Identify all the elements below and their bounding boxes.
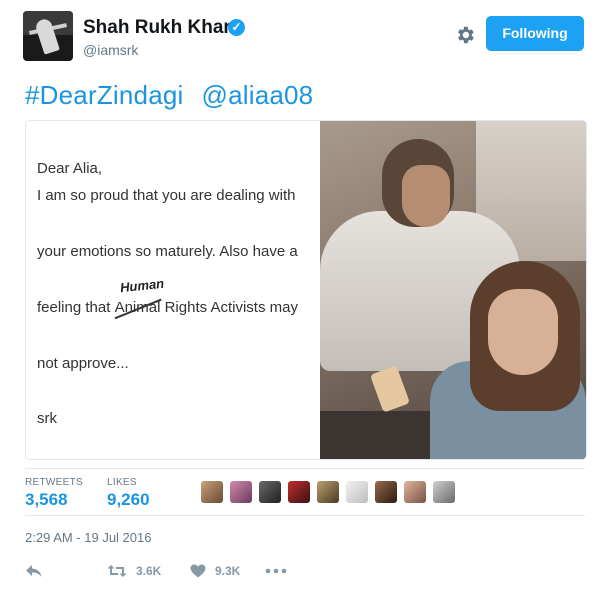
mention-link[interactable]: @aliaa08 (202, 80, 314, 110)
more-icon (265, 568, 287, 574)
profile-avatar[interactable] (23, 11, 73, 61)
gear-icon[interactable] (454, 24, 476, 46)
more-button[interactable] (265, 563, 287, 579)
note-line: feeling that Animal Rights Activists may (37, 299, 298, 316)
tweet-text: #DearZindagi @aliaa08 (25, 80, 331, 111)
liker-avatar[interactable] (259, 481, 281, 503)
user-handle[interactable]: @iamsrk (83, 42, 138, 58)
liker-avatar[interactable] (230, 481, 252, 503)
liker-avatar[interactable] (375, 481, 397, 503)
like-count: 9.3K (215, 564, 241, 578)
tweet-timestamp[interactable]: 2:29 AM - 19 Jul 2016 (25, 530, 151, 545)
note-signature: srk (37, 410, 57, 427)
display-name[interactable]: Shah Rukh Khan (83, 17, 235, 39)
struck-word: Animal (114, 299, 161, 316)
retweet-icon (107, 565, 127, 577)
like-button[interactable]: 9.3K (190, 563, 240, 579)
hashtag-link[interactable]: #DearZindagi (25, 80, 184, 110)
tweet-photo[interactable] (320, 121, 586, 459)
following-button[interactable]: Following (486, 16, 584, 51)
likes-count[interactable]: 9,260 (107, 490, 150, 510)
liker-avatar[interactable] (404, 481, 426, 503)
liker-avatar[interactable] (317, 481, 339, 503)
handwritten-note: Dear Alia, I am so proud that you are de… (26, 121, 320, 459)
liker-avatar[interactable] (346, 481, 368, 503)
handwritten-correction: Human (119, 275, 165, 296)
reply-button[interactable] (25, 563, 43, 579)
divider (25, 468, 585, 469)
verified-badge-icon: ✓ (228, 19, 245, 36)
liker-avatar[interactable] (433, 481, 455, 503)
note-line: your emotions so maturely. Also have a (37, 243, 298, 260)
tweet-media[interactable]: Dear Alia, I am so proud that you are de… (25, 120, 587, 460)
note-line: Dear Alia, (37, 160, 103, 177)
liker-avatar[interactable] (201, 481, 223, 503)
retweet-count: 3.6K (136, 564, 162, 578)
note-line: not approve... (37, 355, 129, 372)
reply-icon (26, 565, 42, 577)
note-line: I am so proud that you are dealing with (37, 187, 296, 204)
likes-label[interactable]: LIKES (107, 477, 137, 488)
retweet-button[interactable]: 3.6K (107, 563, 161, 579)
heart-icon (190, 564, 206, 578)
liker-avatar[interactable] (288, 481, 310, 503)
retweets-label[interactable]: RETWEETS (25, 477, 83, 488)
divider (25, 515, 585, 516)
retweets-count[interactable]: 3,568 (25, 490, 68, 510)
